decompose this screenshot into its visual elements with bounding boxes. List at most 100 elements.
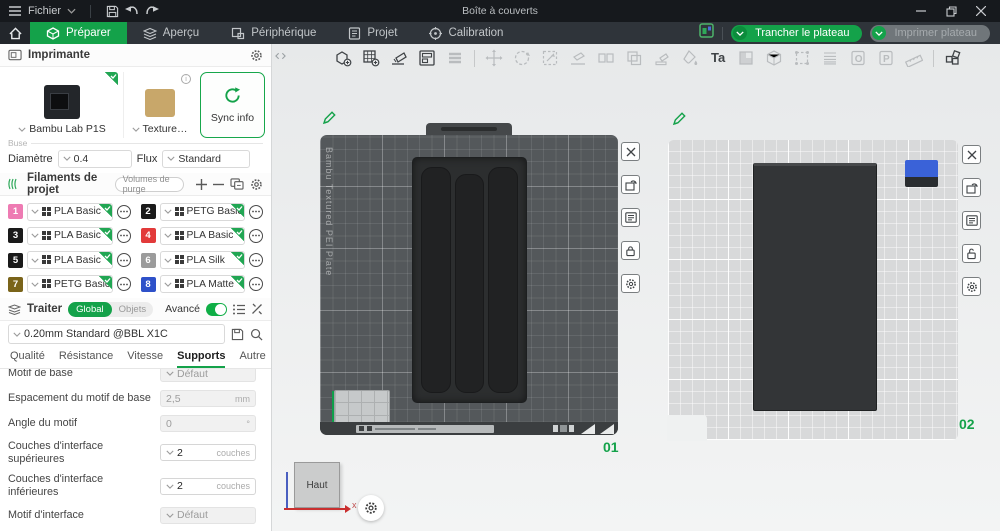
tab-speed[interactable]: Vitesse <box>127 350 163 368</box>
filament-color-chip[interactable]: 7 <box>8 276 23 292</box>
filament-settings-gear-icon[interactable] <box>250 178 263 191</box>
hamburger-menu-icon[interactable] <box>8 4 22 18</box>
filament-color-chip[interactable]: 2 <box>140 204 156 220</box>
edit-filament-button[interactable] <box>249 277 263 292</box>
edit-filament-button[interactable] <box>116 277 131 292</box>
tweaks-icon[interactable] <box>251 303 263 315</box>
info-icon[interactable]: i <box>181 74 191 84</box>
edit-plate-01-pencil-icon[interactable] <box>322 110 337 130</box>
edit-filament-button[interactable] <box>249 253 263 268</box>
close-button[interactable] <box>968 2 994 20</box>
edit-filament-button[interactable] <box>116 253 131 268</box>
ams-sync-icon[interactable] <box>230 178 244 190</box>
build-plate-02[interactable] <box>667 140 958 441</box>
measure-icon[interactable] <box>905 49 923 67</box>
arrange-icon[interactable] <box>418 49 436 67</box>
filament-color-chip[interactable]: 3 <box>8 228 23 244</box>
edit-filament-button[interactable] <box>116 204 131 219</box>
tab-quality[interactable]: Qualité <box>10 350 45 368</box>
letter-p-icon[interactable]: P <box>877 49 895 67</box>
diameter-select[interactable]: 0.4 <box>57 149 132 168</box>
purge-volumes-button[interactable]: Volumes de purge <box>114 174 184 194</box>
tab-strength[interactable]: Résistance <box>59 350 113 368</box>
delete-plate-button[interactable] <box>621 142 640 161</box>
filament-color-chip[interactable]: 8 <box>140 276 156 292</box>
plate-gear-button[interactable] <box>962 277 981 296</box>
variable-layer-icon[interactable] <box>821 49 839 67</box>
plate-settings-button[interactable] <box>962 178 981 197</box>
move-icon[interactable] <box>485 49 503 67</box>
param-input[interactable]: Défaut <box>160 369 256 382</box>
panel-collapse-icon[interactable] <box>275 47 286 65</box>
model-blue-cube[interactable] <box>905 160 938 187</box>
scope-global[interactable]: Global <box>68 301 112 317</box>
filament-select[interactable]: PLA Basic <box>27 202 113 221</box>
plate-name-button[interactable] <box>621 208 640 227</box>
scope-objects[interactable]: Objets <box>112 304 153 315</box>
tab-others[interactable]: Autre <box>239 350 265 368</box>
chevron-down-icon[interactable] <box>67 8 76 14</box>
filament-select[interactable]: PLA Basic <box>27 226 113 245</box>
flow-select[interactable]: Standard <box>162 149 251 168</box>
auto-orient-icon[interactable] <box>390 49 408 67</box>
edit-filament-button[interactable] <box>249 228 263 243</box>
filament-select[interactable]: PLA Matte <box>159 275 245 294</box>
rotate-icon[interactable] <box>513 49 531 67</box>
save-preset-icon[interactable] <box>231 328 244 341</box>
tab-device[interactable]: Périphérique <box>215 22 332 44</box>
filament-select[interactable]: PETG Basic <box>27 275 113 294</box>
chevron-down-icon[interactable] <box>18 127 26 132</box>
filament-select[interactable]: PETG Basic <box>159 202 245 221</box>
letter-o-icon[interactable]: O <box>849 49 867 67</box>
assembly-icon[interactable] <box>944 49 962 67</box>
tab-prepare[interactable]: Préparer <box>30 22 127 44</box>
filament-color-chip[interactable]: 5 <box>8 252 23 268</box>
print-dropdown-chevron[interactable] <box>872 26 887 40</box>
remove-filament-icon[interactable] <box>213 179 224 190</box>
layers-icon[interactable] <box>446 49 464 67</box>
filament-select[interactable]: PLA Basic <box>27 251 113 270</box>
add-filament-icon[interactable] <box>196 178 207 190</box>
search-preset-icon[interactable] <box>250 328 263 341</box>
filament-select[interactable]: PLA Silk <box>159 251 245 270</box>
undo-icon[interactable] <box>125 4 139 18</box>
param-input[interactable]: 2 couches <box>160 477 256 495</box>
cut-icon[interactable] <box>625 49 643 67</box>
param-input[interactable]: 0 ° <box>160 415 256 432</box>
param-input[interactable]: Défaut <box>160 506 256 524</box>
unlock-plate-button[interactable] <box>962 244 981 263</box>
advanced-toggle[interactable] <box>205 302 227 316</box>
parameter-table-icon[interactable] <box>233 304 245 315</box>
save-icon[interactable] <box>105 4 119 18</box>
viewport-settings-gear-button[interactable] <box>358 495 384 521</box>
build-plate-01[interactable]: Bambu Textured PEI Plate <box>320 123 618 435</box>
text-tool-icon[interactable]: Ta <box>709 49 727 67</box>
model-cutlery-tray[interactable] <box>412 157 527 403</box>
filament-color-chip[interactable]: 4 <box>140 228 156 244</box>
chevron-down-icon[interactable] <box>131 127 140 132</box>
tab-supports[interactable]: Supports <box>177 350 226 368</box>
printer-card[interactable]: Bambu Lab P1S <box>6 72 118 138</box>
slice-dropdown-chevron[interactable] <box>733 26 748 40</box>
delete-plate-button[interactable] <box>962 145 981 164</box>
plate-name-button[interactable] <box>962 211 981 230</box>
maximize-button[interactable] <box>938 2 964 20</box>
tab-preview[interactable]: Aperçu <box>127 22 215 44</box>
edit-filament-button[interactable] <box>116 228 131 243</box>
preset-select[interactable]: 0.20mm Standard @BBL X1C <box>8 324 225 344</box>
model-box-lid[interactable] <box>753 163 877 411</box>
file-menu[interactable]: Fichier <box>28 5 61 17</box>
filament-color-chip[interactable]: 6 <box>140 252 156 268</box>
build-plate-card[interactable]: i Texture… <box>123 72 195 138</box>
add-plate-icon[interactable] <box>362 49 380 67</box>
mesh-cube-icon[interactable] <box>765 49 783 67</box>
plate-settings-button[interactable] <box>621 175 640 194</box>
home-button[interactable] <box>0 22 30 44</box>
print-plate-button[interactable]: Imprimer plateau <box>870 24 990 42</box>
scale-icon[interactable] <box>541 49 559 67</box>
scope-toggle[interactable]: Global Objets <box>68 301 154 317</box>
paint-bucket-icon[interactable] <box>681 49 699 67</box>
seam-icon[interactable] <box>793 49 811 67</box>
lay-flat-icon[interactable] <box>569 49 587 67</box>
add-object-icon[interactable] <box>334 49 352 67</box>
